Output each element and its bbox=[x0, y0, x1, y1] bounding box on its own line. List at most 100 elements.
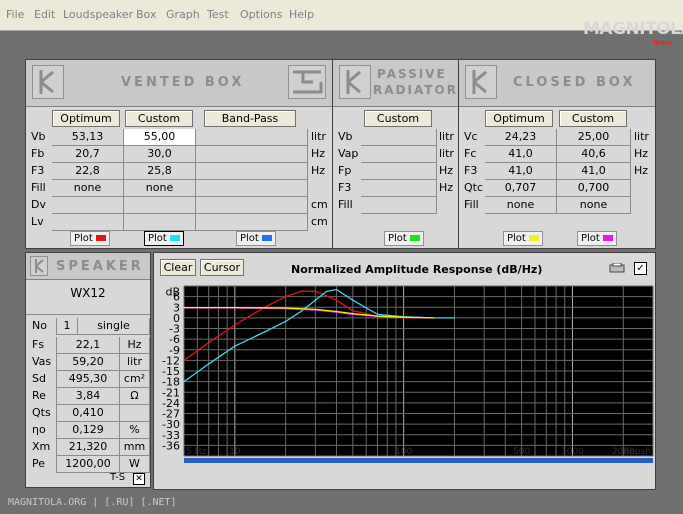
speaker-mode-value[interactable]: single bbox=[78, 318, 150, 335]
passive-custom-value[interactable] bbox=[361, 180, 437, 197]
closed-custom-value[interactable]: 0,700 bbox=[557, 180, 631, 197]
vented-box-logo-icon bbox=[32, 65, 64, 99]
speaker-param-unit: cm² bbox=[120, 371, 150, 388]
speaker-no-value[interactable]: 1 bbox=[56, 318, 78, 335]
passive-radiator-panel: PASSIVE RADIATOR Custom Vb litr Vap litr Fp H… bbox=[332, 59, 460, 249]
speaker-title: SPEAKER bbox=[56, 259, 144, 274]
speaker-param-value[interactable]: 3,84 bbox=[56, 388, 120, 405]
passive-row-label: Vb bbox=[338, 130, 353, 143]
passive-row-unit: Hz bbox=[439, 181, 454, 194]
series-point-1 bbox=[183, 381, 185, 383]
vented-bandpass-value[interactable] bbox=[196, 163, 308, 180]
vented-custom-value[interactable]: none bbox=[124, 180, 196, 197]
vented-box-header: VENTED BOX bbox=[26, 60, 333, 107]
closed-custom-value[interactable]: none bbox=[557, 197, 631, 214]
color-swatch-icon bbox=[169, 235, 180, 241]
series-point-1 bbox=[301, 310, 303, 312]
menu-options[interactable]: Options bbox=[240, 8, 282, 21]
ts-checkbox[interactable]: ✕ bbox=[133, 473, 145, 485]
speaker-param-value[interactable]: 0,129 bbox=[56, 422, 120, 439]
menu-help[interactable]: Help bbox=[289, 8, 314, 21]
speaker-param-value[interactable]: 59,20 bbox=[56, 354, 120, 371]
speaker-param-unit: Ω bbox=[120, 388, 150, 405]
series-point-0 bbox=[314, 290, 316, 292]
vented-plot-optimum-button[interactable]: Plot bbox=[70, 231, 110, 246]
amplitude-chart[interactable]: dB630-3-6-9-12-15-18-21-24-27-30-33-36 10… bbox=[154, 281, 655, 487]
speaker-param-value[interactable]: 0,410 bbox=[56, 405, 120, 422]
speaker-param-label: Fs bbox=[32, 338, 45, 351]
passive-custom-value[interactable] bbox=[361, 197, 437, 214]
cursor-button[interactable]: Cursor bbox=[200, 259, 244, 276]
menu-test[interactable]: Test bbox=[207, 8, 229, 21]
closed-optimum-button[interactable]: Optimum bbox=[485, 110, 553, 127]
passive-row-unit: litr bbox=[439, 147, 454, 160]
vented-row-label: Lv bbox=[31, 215, 44, 228]
closed-box-header: CLOSED BOX bbox=[459, 60, 655, 107]
color-swatch-icon bbox=[261, 235, 272, 241]
closed-custom-value[interactable]: 40,6 bbox=[557, 146, 631, 163]
menu-file[interactable]: File bbox=[6, 8, 24, 21]
closed-plot-optimum-button[interactable]: Plot bbox=[503, 231, 543, 246]
closed-custom-value[interactable]: 25,00 bbox=[557, 129, 631, 146]
vented-bandpass-value[interactable] bbox=[196, 214, 308, 231]
vented-custom-value[interactable]: 25,8 bbox=[124, 163, 196, 180]
menu-loudspeaker[interactable]: Loudspeaker bbox=[63, 8, 133, 21]
speaker-param-unit: litr bbox=[120, 354, 150, 371]
series-point-3 bbox=[183, 307, 185, 309]
vented-row-unit: cm bbox=[311, 198, 328, 211]
series-point-3 bbox=[376, 315, 379, 317]
passive-custom-value[interactable] bbox=[361, 146, 437, 163]
vented-bandpass-button[interactable]: Band-Pass bbox=[204, 110, 296, 127]
closed-custom-value[interactable]: 41,0 bbox=[557, 163, 631, 180]
graph-checkbox[interactable]: ✓ bbox=[634, 262, 647, 275]
vented-custom-value[interactable] bbox=[124, 214, 196, 231]
menu-graph[interactable]: Graph bbox=[166, 8, 200, 21]
vented-optimum-button[interactable]: Optimum bbox=[52, 110, 120, 127]
closed-custom-button[interactable]: Custom bbox=[559, 110, 627, 127]
closed-box-panel: CLOSED BOX Optimum Custom Vc 24,23 25,00 li… bbox=[458, 59, 656, 249]
speaker-param-unit: W bbox=[120, 456, 150, 473]
speaker-model[interactable]: WX12 bbox=[26, 280, 150, 315]
passive-custom-button[interactable]: Custom bbox=[364, 110, 432, 127]
vented-plot-custom-button[interactable]: Plot bbox=[144, 231, 184, 246]
printer-icon[interactable] bbox=[608, 262, 626, 273]
passive-plot-button[interactable]: Plot bbox=[384, 231, 424, 246]
speaker-param-value[interactable]: 21,320 bbox=[56, 439, 120, 456]
series-point-3 bbox=[432, 317, 434, 319]
closed-plot-custom-button[interactable]: Plot bbox=[577, 231, 617, 246]
graph-panel: Clear Cursor Normalized Amplitude Respon… bbox=[153, 252, 656, 490]
clear-button[interactable]: Clear bbox=[160, 259, 196, 276]
series-point-1 bbox=[208, 363, 210, 365]
vented-plot-label: Plot bbox=[240, 233, 259, 244]
speaker-logo-icon bbox=[30, 256, 48, 276]
vented-bandpass-value[interactable] bbox=[196, 197, 308, 214]
speaker-param-value[interactable]: 22,1 bbox=[56, 337, 120, 354]
speaker-param-label: Pe bbox=[32, 457, 46, 470]
x-tick-label: 500 bbox=[513, 447, 530, 457]
vented-bandpass-value[interactable] bbox=[196, 180, 308, 197]
vented-bandpass-value[interactable] bbox=[196, 129, 308, 146]
speaker-param-value[interactable]: 495,30 bbox=[56, 371, 120, 388]
scroll-indicator-bar[interactable] bbox=[184, 458, 653, 463]
vented-plot-bandpass-button[interactable]: Plot bbox=[236, 231, 276, 246]
vented-custom-value[interactable]: 30,0 bbox=[124, 146, 196, 163]
series-point-1 bbox=[285, 320, 287, 323]
closed-optimum-value: none bbox=[485, 197, 557, 214]
speaker-param-value[interactable]: 1200,00 bbox=[56, 456, 120, 473]
closed-row-label: Vc bbox=[464, 130, 478, 143]
y-tick-label: -36 bbox=[162, 439, 180, 452]
passive-radiator-logo-icon bbox=[339, 65, 371, 99]
closed-optimum-value: 0,707 bbox=[485, 180, 557, 197]
vented-bandpass-value[interactable] bbox=[196, 146, 308, 163]
vented-custom-button[interactable]: Custom bbox=[125, 110, 193, 127]
vented-custom-value[interactable] bbox=[124, 197, 196, 214]
vented-custom-value[interactable]: 55,00 bbox=[124, 129, 196, 146]
passive-custom-value[interactable] bbox=[361, 129, 437, 146]
closed-plot-label: Plot bbox=[507, 233, 526, 244]
passive-custom-value[interactable] bbox=[361, 163, 437, 180]
menu-box[interactable]: Box bbox=[136, 8, 156, 21]
menu-edit[interactable]: Edit bbox=[34, 8, 55, 21]
closed-row-label: Fc bbox=[464, 147, 477, 160]
speaker-param-label: ηo bbox=[32, 423, 46, 436]
passive-radiator-title-2: RADIATOR bbox=[373, 83, 458, 97]
